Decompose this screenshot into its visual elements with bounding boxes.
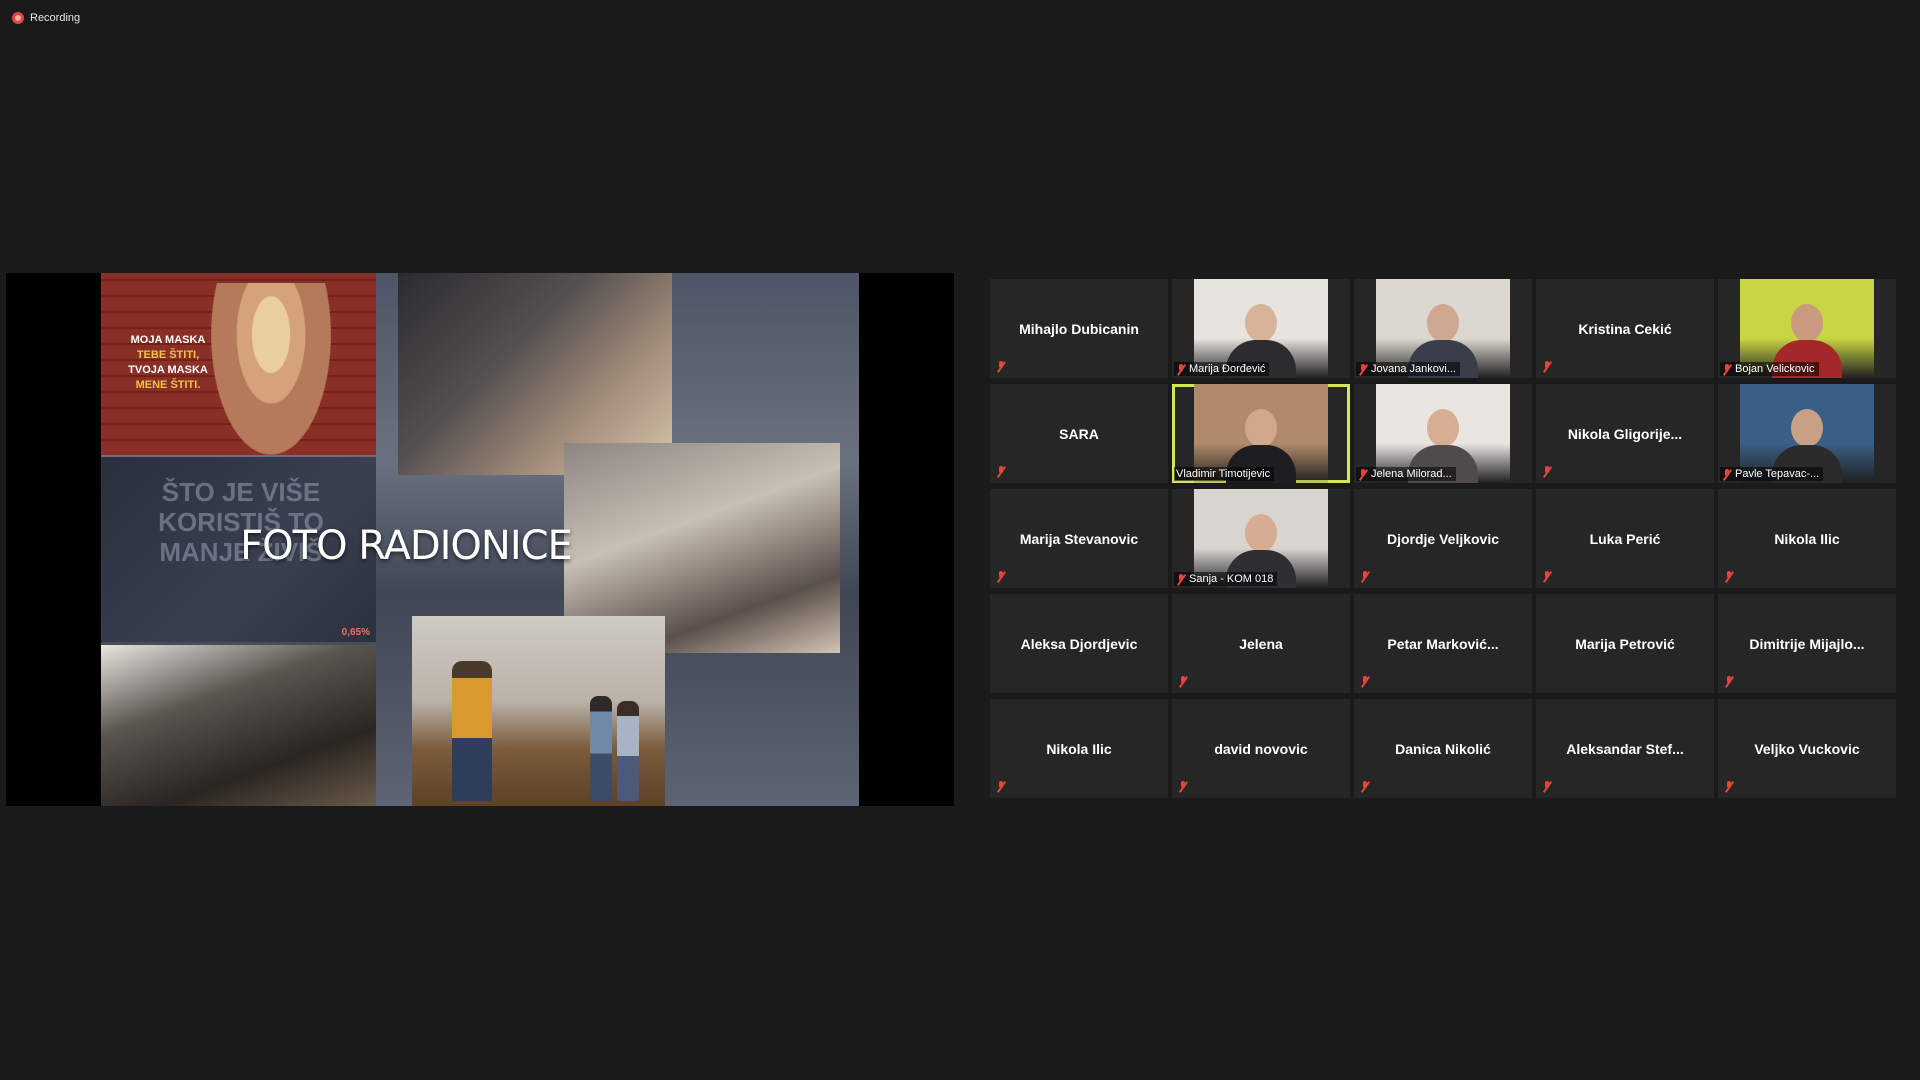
participant-tile[interactable]: Kristina Cekić bbox=[1536, 279, 1714, 378]
participant-name-label: Vladimir Timotijevic bbox=[1174, 467, 1275, 481]
participant-tile[interactable]: Marija Petrović bbox=[1536, 594, 1714, 693]
participant-name: Luka Perić bbox=[1589, 530, 1661, 547]
poster-stat: 0,65% bbox=[341, 627, 370, 638]
mic-muted-icon bbox=[996, 571, 1006, 582]
presentation-slide: MOJA MASKA TEBE ŠTITI, TVOJA MASKA MENE … bbox=[101, 273, 859, 806]
mic-muted-icon bbox=[1360, 781, 1370, 792]
participant-name-label: Jelena Milorad... bbox=[1356, 467, 1456, 481]
participant-name: Sanja - KOM 018 bbox=[1189, 573, 1274, 585]
participant-name: Bojan Velickovic bbox=[1735, 363, 1815, 375]
mic-muted-icon bbox=[996, 781, 1006, 792]
participant-tile[interactable]: Jelena bbox=[1172, 594, 1350, 693]
participant-tile[interactable]: Jelena Milorad... bbox=[1354, 384, 1532, 483]
participant-tile[interactable]: Nikola Ilic bbox=[990, 699, 1168, 798]
participant-name: Marija Stevanovic bbox=[1019, 530, 1139, 547]
outdoor-photo bbox=[412, 616, 665, 806]
photographer-figure bbox=[452, 661, 492, 801]
participant-name: Nikola Ilic bbox=[1046, 740, 1112, 757]
poster-text: MOJA MASKA TEBE ŠTITI, TVOJA MASKA MENE … bbox=[128, 334, 208, 391]
participant-tile[interactable]: Marija Stevanovic bbox=[990, 489, 1168, 588]
participant-tile[interactable]: Danica Nikolić bbox=[1354, 699, 1532, 798]
record-dot-icon bbox=[12, 12, 24, 24]
mic-muted-icon bbox=[996, 361, 1006, 372]
recording-indicator[interactable]: Recording bbox=[12, 12, 80, 24]
participant-tile[interactable]: Nikola Gligorije... bbox=[1536, 384, 1714, 483]
participant-name: Dimitrije Mijajlo... bbox=[1749, 635, 1865, 652]
participant-tile[interactable]: Pavle Tepavac-... bbox=[1718, 384, 1896, 483]
mic-muted-icon bbox=[1178, 676, 1188, 687]
participant-name: Mihajlo Dubicanin bbox=[1019, 320, 1139, 337]
participant-tile[interactable]: Veljko Vuckovic bbox=[1718, 699, 1896, 798]
participant-name: Danica Nikolić bbox=[1395, 740, 1491, 757]
girl-figure bbox=[617, 701, 639, 801]
participant-tile[interactable]: Vladimir Timotijevic bbox=[1172, 384, 1350, 483]
shared-screen[interactable]: MOJA MASKA TEBE ŠTITI, TVOJA MASKA MENE … bbox=[6, 273, 954, 806]
participant-name-label: Marija Đorđević bbox=[1174, 362, 1270, 376]
mic-muted-icon bbox=[1724, 781, 1734, 792]
mic-muted-icon bbox=[1176, 573, 1186, 585]
participant-name: Jelena Milorad... bbox=[1371, 468, 1452, 480]
mic-muted-icon bbox=[1722, 363, 1732, 375]
participant-name: Jovana Jankovi... bbox=[1371, 363, 1456, 375]
slide-title: FOTO RADIONICE bbox=[240, 523, 573, 569]
participant-tile[interactable]: Djordje Veljkovic bbox=[1354, 489, 1532, 588]
mic-muted-icon bbox=[1358, 468, 1368, 480]
participant-name: SARA bbox=[1059, 425, 1099, 442]
participant-name: Djordje Veljkovic bbox=[1386, 530, 1500, 547]
participant-name: Pavle Tepavac-... bbox=[1735, 468, 1820, 480]
mic-muted-icon bbox=[1178, 781, 1188, 792]
participant-name: Nikola Gligorije... bbox=[1567, 425, 1683, 442]
participant-tile[interactable]: Aleksa Djordjevic bbox=[990, 594, 1168, 693]
participant-tile[interactable]: Mihajlo Dubicanin bbox=[990, 279, 1168, 378]
mic-muted-icon bbox=[1542, 781, 1552, 792]
participant-tile[interactable]: SARA bbox=[990, 384, 1168, 483]
participant-tile[interactable]: Jovana Jankovi... bbox=[1354, 279, 1532, 378]
mic-muted-icon bbox=[1542, 466, 1552, 477]
participant-name-label: Jovana Jankovi... bbox=[1356, 362, 1460, 376]
participant-tile[interactable]: david novovic bbox=[1172, 699, 1350, 798]
participant-tile[interactable]: Nikola Ilic bbox=[1718, 489, 1896, 588]
participant-name-label: Pavle Tepavac-... bbox=[1720, 467, 1824, 481]
participant-name: Aleksandar Stef... bbox=[1566, 740, 1684, 757]
participant-name: Petar Marković... bbox=[1387, 635, 1499, 652]
participant-tile[interactable]: Marija Đorđević bbox=[1172, 279, 1350, 378]
participant-name-label: Sanja - KOM 018 bbox=[1174, 572, 1278, 586]
mic-muted-icon bbox=[1360, 676, 1370, 687]
participant-name: Vladimir Timotijevic bbox=[1176, 468, 1271, 480]
participant-name: Kristina Cekić bbox=[1578, 320, 1672, 337]
mic-muted-icon bbox=[1722, 468, 1732, 480]
participant-name: Jelena bbox=[1239, 635, 1283, 652]
participants-gallery: Mihajlo Dubicanin Marija Đorđević Jovana J… bbox=[990, 279, 1896, 798]
mic-muted-icon bbox=[1358, 363, 1368, 375]
mask-poster-image: MOJA MASKA TEBE ŠTITI, TVOJA MASKA MENE … bbox=[101, 273, 376, 455]
participant-tile[interactable]: Bojan Velickovic bbox=[1718, 279, 1896, 378]
participant-name: Marija Đorđević bbox=[1189, 363, 1266, 375]
participant-name-label: Bojan Velickovic bbox=[1720, 362, 1819, 376]
girl-figure bbox=[590, 696, 612, 801]
mic-muted-icon bbox=[1542, 571, 1552, 582]
mic-muted-icon bbox=[1724, 676, 1734, 687]
mic-muted-icon bbox=[1360, 571, 1370, 582]
participant-tile[interactable]: Luka Perić bbox=[1536, 489, 1714, 588]
recording-label: Recording bbox=[30, 12, 81, 24]
participant-name: Veljko Vuckovic bbox=[1754, 740, 1860, 757]
participant-name: Nikola Ilic bbox=[1774, 530, 1840, 547]
mic-muted-icon bbox=[1176, 363, 1186, 375]
mic-muted-icon bbox=[1542, 361, 1552, 372]
participant-tile[interactable]: Dimitrije Mijajlo... bbox=[1718, 594, 1896, 693]
participant-name: Aleksa Djordjevic bbox=[1020, 635, 1138, 652]
mic-muted-icon bbox=[996, 466, 1006, 477]
participant-tile[interactable]: Petar Marković... bbox=[1354, 594, 1532, 693]
participant-tile[interactable]: Sanja - KOM 018 bbox=[1172, 489, 1350, 588]
participant-name: Marija Petrović bbox=[1575, 635, 1675, 652]
mic-muted-icon bbox=[1724, 571, 1734, 582]
participant-tile[interactable]: Aleksandar Stef... bbox=[1536, 699, 1714, 798]
poster-portrait bbox=[211, 283, 331, 455]
participant-name: david novovic bbox=[1214, 740, 1308, 757]
car-poster-image bbox=[101, 645, 376, 806]
